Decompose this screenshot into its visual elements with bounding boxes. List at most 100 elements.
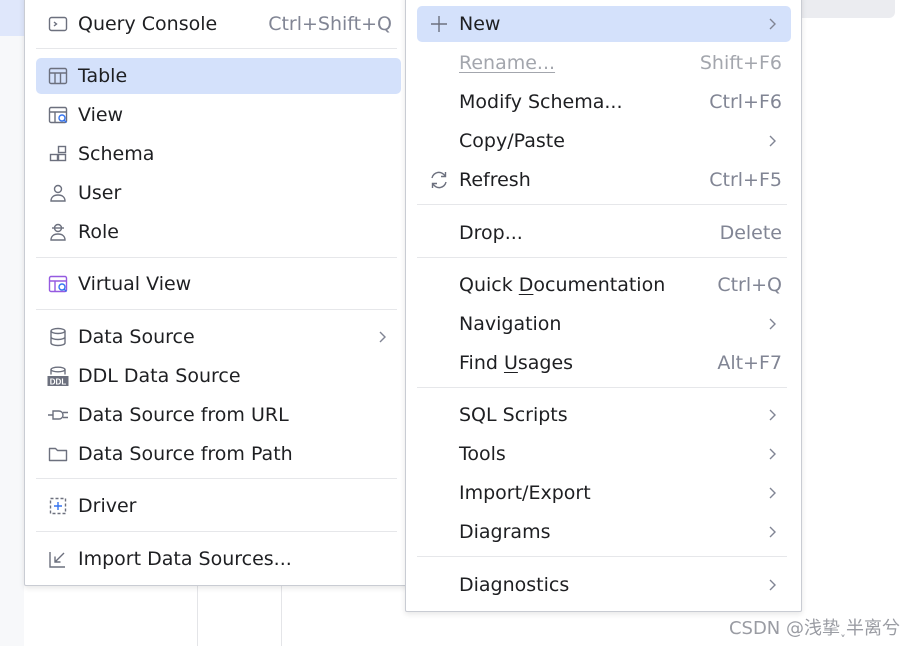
ddl-icon-text: DDL [50,378,67,387]
menu-item-shortcut: Ctrl+F5 [709,169,782,191]
chevron-right-icon [769,18,776,30]
menu-item-label: Role [78,221,119,243]
menu-item-label: Import/Export [459,482,591,504]
menu-item-table[interactable]: Table [36,58,401,94]
menu-item-label: DDL Data Source [78,365,241,387]
menu-item-shortcut: Ctrl+F6 [709,91,782,113]
database-icon [50,327,66,347]
menu-item-new[interactable]: New [417,6,791,42]
menu-item-query-console[interactable]: Query Console Ctrl+Shift+Q [36,6,401,42]
menu-item-sql-scripts[interactable]: SQL Scripts [417,397,791,433]
menu-item-data-source-url[interactable]: Data Source from URL [36,397,401,433]
menu-item-label: New [459,13,501,35]
background-divider [197,580,198,646]
menu-item-data-source-path[interactable]: Data Source from Path [36,436,401,472]
plus-icon [431,16,447,32]
menu-item-label: Quick Documentation [459,267,665,303]
chevron-right-icon [769,448,776,460]
menu-item-label: Data Source [78,326,195,348]
separator [36,48,397,49]
menu-item-label: Tools [459,443,506,465]
chevron-right-icon [379,331,386,343]
background-divider [281,580,282,646]
menu-item-label: Find Usages [459,345,573,381]
label-part: sages [517,352,574,374]
menu-item-label: Table [78,65,128,87]
driver-icon [49,497,67,515]
menu-item-label: Diagrams [459,521,551,543]
menu-item-role[interactable]: Role [36,214,401,250]
virtual-view-icon [48,275,68,293]
ddl-database-icon: DDL [47,366,69,387]
menu-item-user[interactable]: User [36,175,401,211]
user-icon [50,184,66,202]
menu-item-label: Virtual View [78,273,192,295]
role-icon [50,223,66,241]
menu-item-shortcut: Shift+F6 [699,52,782,74]
chevron-right-icon [769,318,776,330]
menu-item-import-export[interactable]: Import/Export [417,475,791,511]
label-part: ocumentation [533,274,666,296]
menu-item-import-data-sources[interactable]: Import Data Sources... [36,541,401,577]
menu-item-rename[interactable]: Rename... Shift+F6 [417,45,791,81]
menu-item-label: Modify Schema... [459,91,623,113]
menu-item-label: Navigation [459,313,562,335]
folder-icon [48,447,68,462]
separator [417,387,787,388]
separator [36,531,397,532]
view-icon [48,106,68,124]
menu-item-diagnostics[interactable]: Diagnostics [417,567,791,603]
console-icon [48,16,68,32]
menu-item-data-source[interactable]: Data Source [36,319,401,355]
menu-item-label: Query Console [78,13,218,35]
label-part: Quick [459,274,519,296]
separator [36,257,397,258]
menu-item-shortcut: Ctrl+Q [717,274,782,296]
menu-item-tools[interactable]: Tools [417,436,791,472]
menu-item-copy-paste[interactable]: Copy/Paste [417,123,791,159]
menu-item-shortcut: Alt+F7 [717,352,782,374]
import-arrow-icon [49,552,65,568]
menu-item-label: View [78,104,124,126]
menu-item-label: Data Source from Path [78,443,293,465]
menu-item-label: Diagnostics [459,574,570,596]
table-icon [48,67,68,85]
schema-icon [49,145,67,162]
watermark: CSDN @浅挚˯半离兮 [728,618,900,639]
mnemonic-letter: U [503,352,518,374]
menu-item-label: Copy/Paste [459,130,565,152]
context-menu: New Rename... Shift+F6 Modify Schema... … [405,0,802,612]
menu-item-modify-schema[interactable]: Modify Schema... Ctrl+F6 [417,84,791,120]
background-tab [800,0,895,18]
menu-item-label: Schema [78,143,155,165]
menu-item-schema[interactable]: Schema [36,136,401,172]
background-selection [0,0,24,36]
separator [417,556,787,557]
menu-item-label: SQL Scripts [459,404,568,426]
menu-item-diagrams[interactable]: Diagrams [417,514,791,550]
chevron-right-icon [769,579,776,591]
chevron-right-icon [769,135,776,147]
menu-item-ddl-data-source[interactable]: DDL DDL Data Source [36,358,401,394]
separator [36,309,397,310]
menu-item-driver[interactable]: Driver [36,488,401,524]
menu-item-view[interactable]: View [36,97,401,133]
menu-item-drop[interactable]: Drop... Delete [417,215,791,251]
separator [36,478,397,479]
menu-item-shortcut: Ctrl+Shift+Q [268,13,392,35]
mnemonic-letter: D [518,274,534,296]
menu-item-virtual-view[interactable]: Virtual View [36,266,401,302]
separator [417,204,787,205]
menu-item-quick-documentation[interactable]: Quick Documentation Ctrl+Q [417,267,791,303]
menu-item-find-usages[interactable]: Find Usages Alt+F7 [417,345,791,381]
chevron-right-icon [769,487,776,499]
chevron-right-icon [769,526,776,538]
menu-item-label: User [78,182,122,204]
menu-item-shortcut: Delete [719,222,782,244]
plug-icon [48,410,68,420]
menu-item-label: Import Data Sources... [78,548,292,570]
menu-item-refresh[interactable]: Refresh Ctrl+F5 [417,162,791,198]
menu-item-label: Data Source from URL [78,404,289,426]
new-submenu: Query Console Ctrl+Shift+Q Table View Sc… [24,0,412,586]
menu-item-navigation[interactable]: Navigation [417,306,791,342]
